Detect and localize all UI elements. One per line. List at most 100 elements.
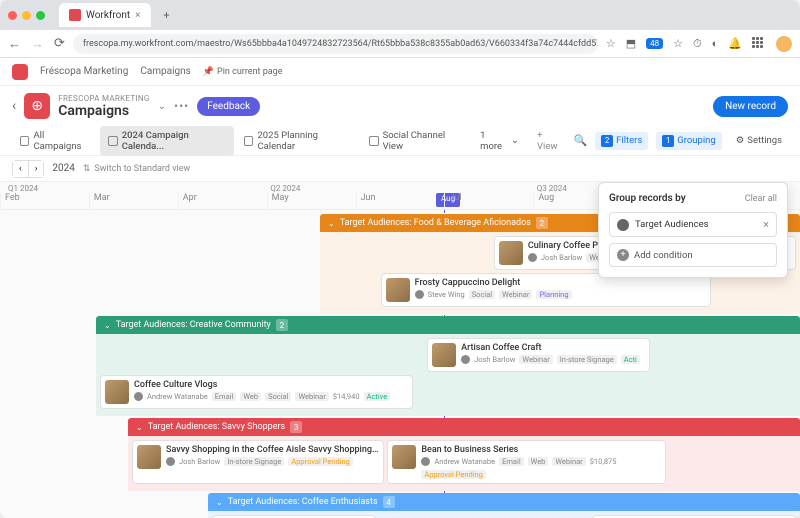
- settings-label: Settings: [747, 135, 782, 146]
- back-chevron[interactable]: ‹: [12, 98, 16, 114]
- profile-avatar[interactable]: [776, 36, 792, 52]
- maximize-window[interactable]: [36, 11, 45, 20]
- owner: Andrew Watanabe: [147, 392, 208, 401]
- close-tab-icon[interactable]: ×: [135, 10, 140, 21]
- view-label: 2024 Campaign Calenda...: [122, 130, 226, 152]
- card-thumbnail: [105, 380, 129, 404]
- view-more-label: 1 more: [480, 130, 507, 152]
- page-title: Campaigns: [58, 103, 149, 119]
- plus-icon: +: [617, 249, 629, 261]
- history-icon[interactable]: ⏱: [693, 37, 702, 51]
- campaign-card[interactable]: Frosty Cappuccino Delight Steve WingSoci…: [381, 273, 711, 307]
- calendar-icon: [244, 136, 253, 146]
- card-thumbnail: [499, 241, 523, 265]
- settings-button[interactable]: ⚙Settings: [730, 132, 788, 149]
- prev-page[interactable]: ‹: [13, 161, 29, 177]
- download-icon[interactable]: ⬒: [626, 37, 636, 50]
- view-2025-calendar[interactable]: 2025 Planning Calendar: [236, 126, 359, 156]
- breadcrumb-section[interactable]: Campaigns: [140, 66, 191, 77]
- avatar-icon: [166, 457, 175, 466]
- switch-label: Switch to Standard view: [94, 164, 190, 174]
- chevron-down-icon: ⌄: [136, 423, 143, 432]
- apps-icon[interactable]: [752, 37, 766, 51]
- tag: In-store Signage: [224, 457, 284, 466]
- group-header[interactable]: ⌄ Target Audiences: Creative Community 2: [96, 316, 800, 334]
- filters-badge: 2: [601, 135, 613, 147]
- tag: Email: [212, 392, 237, 401]
- group-label: Target Audiences: Coffee Enthusiasts: [228, 497, 378, 507]
- back-button[interactable]: ←: [8, 36, 21, 52]
- campaign-card[interactable]: Bean to Business Series Andrew WatanabeE…: [387, 440, 666, 484]
- views-bar: All Campaigns 2024 Campaign Calenda... 2…: [0, 126, 800, 156]
- filters-label: Filters: [616, 135, 642, 146]
- help-icon[interactable]: ◐: [712, 37, 719, 50]
- tag: Webinar: [519, 355, 552, 364]
- address-bar[interactable]: frescopa.my.workfront.com/maestro/Ws65bb…: [73, 34, 598, 54]
- view-social-channel[interactable]: Social Channel View: [361, 126, 470, 156]
- calendar-icon: [369, 136, 378, 146]
- more-menu[interactable]: •••: [174, 99, 189, 113]
- tag: Webinar: [499, 290, 532, 299]
- view-more[interactable]: 1 more ⌄: [472, 126, 527, 156]
- month: Feb: [0, 193, 89, 209]
- clear-all-button[interactable]: Clear all: [745, 194, 777, 204]
- grouping-button[interactable]: 1Grouping: [656, 132, 721, 150]
- campaign-card[interactable]: Artisan Coffee Craft Josh BarlowWebinarI…: [427, 338, 650, 372]
- reload-button[interactable]: ⟳: [54, 36, 65, 52]
- bookmark-icon[interactable]: ☆: [673, 37, 683, 50]
- tag: Social: [265, 392, 291, 401]
- view-all-campaigns[interactable]: All Campaigns: [12, 126, 98, 156]
- close-window[interactable]: [8, 11, 17, 20]
- group-header[interactable]: ⌄ Target Audiences: Coffee Enthusiasts 4: [208, 493, 800, 511]
- star-icon[interactable]: ☆: [606, 37, 616, 50]
- group-label: Target Audiences: Food & Beverage Aficio…: [340, 218, 531, 228]
- target-icon: [617, 219, 629, 231]
- forward-button[interactable]: →: [31, 36, 44, 52]
- browser-tab[interactable]: Workfront ×: [59, 3, 151, 27]
- breadcrumb-brand[interactable]: Fréscopa Marketing: [40, 66, 128, 77]
- avatar-icon: [528, 253, 537, 262]
- next-page[interactable]: ›: [29, 161, 44, 177]
- window-controls[interactable]: [8, 11, 45, 20]
- switch-view[interactable]: ⇅ Switch to Standard view: [83, 164, 190, 174]
- new-record-button[interactable]: New record: [713, 96, 788, 117]
- campaign-card[interactable]: Savvy Shopping in the Coffee Aisle Savvy…: [132, 440, 384, 484]
- tag: Webinar: [552, 457, 585, 466]
- title-dropdown[interactable]: ⌄: [158, 101, 166, 112]
- extension-badge[interactable]: 48: [646, 38, 663, 49]
- tag: In-store Signage: [557, 355, 617, 364]
- page-crumb: FRESCOPA MARKETING: [58, 94, 149, 103]
- remove-field-icon[interactable]: ×: [763, 218, 769, 231]
- campaign-card[interactable]: Coffee Culture Vlogs Andrew WatanabeEmai…: [100, 375, 413, 409]
- avatar-icon: [134, 392, 143, 401]
- add-view-button[interactable]: + View: [529, 126, 571, 156]
- owner: Andrew Watanabe: [434, 457, 495, 466]
- month: Apr: [178, 193, 267, 209]
- feedback-button[interactable]: Feedback: [197, 97, 260, 116]
- app-logo[interactable]: [12, 64, 28, 80]
- tag: Email: [499, 457, 524, 466]
- new-tab-button[interactable]: +: [157, 9, 177, 22]
- status-tag: Active: [364, 392, 391, 401]
- minimize-window[interactable]: [22, 11, 31, 20]
- group-header[interactable]: ⌄ Target Audiences: Savvy Shoppers 3: [128, 418, 800, 436]
- pagination: ‹ ›: [12, 160, 44, 178]
- notification-icon[interactable]: 🔔: [728, 37, 742, 50]
- tag: Social: [469, 290, 495, 299]
- filters-button[interactable]: 2Filters: [595, 132, 648, 150]
- group-count: 3: [290, 421, 302, 433]
- app-header: Fréscopa Marketing Campaigns 📌 Pin curre…: [0, 58, 800, 86]
- month: Jun: [356, 193, 445, 209]
- search-icon[interactable]: 🔍: [573, 134, 587, 147]
- avatar-icon: [421, 457, 430, 466]
- view-2024-calendar[interactable]: 2024 Campaign Calenda...: [100, 126, 234, 156]
- favicon: [69, 9, 81, 21]
- owner: Josh Barlow: [541, 253, 582, 262]
- group-savvy: ⌄ Target Audiences: Savvy Shoppers 3 Sav…: [128, 418, 800, 491]
- add-condition-button[interactable]: + Add condition: [609, 243, 777, 267]
- pin-page[interactable]: 📌 Pin current page: [203, 67, 283, 77]
- group-label: Target Audiences: Creative Community: [116, 320, 271, 330]
- tag: Web: [240, 392, 261, 401]
- grid-icon: [20, 136, 29, 146]
- budget: $10,875: [590, 457, 617, 466]
